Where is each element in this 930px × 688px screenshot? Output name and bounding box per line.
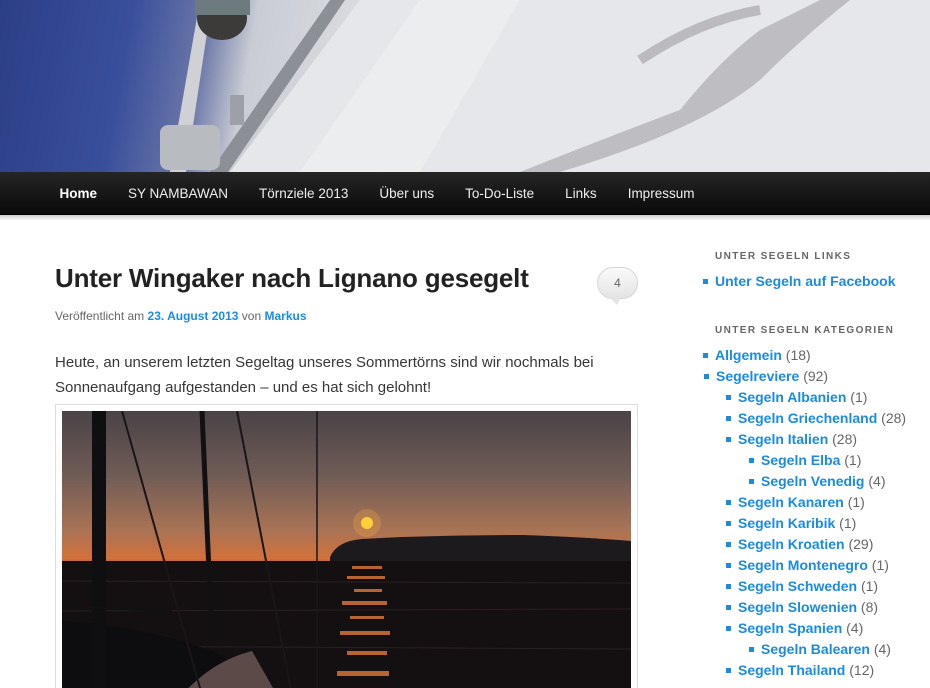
category-link[interactable]: Allgemein — [715, 347, 782, 363]
category-count: (28) — [881, 410, 907, 426]
category-count: (1) — [847, 494, 865, 510]
header-banner-image — [0, 0, 930, 172]
bullet-icon — [726, 395, 731, 400]
nav-item-ueber-uns[interactable]: Über uns — [364, 172, 450, 215]
category-count: (4) — [846, 620, 864, 636]
category-count: (1) — [839, 515, 857, 531]
bullet-icon — [726, 563, 731, 568]
nav-item-home[interactable]: Home — [44, 172, 113, 215]
category-count: (8) — [860, 599, 879, 615]
category-link[interactable]: Segeln Spanien — [738, 620, 842, 636]
nav-item-links[interactable]: Links — [550, 172, 613, 215]
bullet-icon — [726, 521, 731, 526]
category-link[interactable]: Segeln Schweden — [738, 578, 857, 594]
nav-item-toernziele-2013[interactable]: Törnziele 2013 — [244, 172, 364, 215]
bullet-icon — [726, 626, 731, 631]
post-meta: Veröffentlicht am 23. August 2013 von Ma… — [55, 309, 307, 323]
category-item[interactable]: Segelreviere (92) — [704, 366, 906, 387]
category-count: (4) — [868, 473, 886, 489]
category-link[interactable]: Segeln Slowenien — [738, 599, 857, 615]
category-count: (92) — [803, 368, 829, 384]
category-item[interactable]: Segeln Karibik (1) — [726, 513, 906, 534]
category-link[interactable]: Segeln Italien — [738, 431, 828, 447]
category-item[interactable]: Segeln Griechenland (28) — [726, 408, 907, 429]
bullet-icon — [726, 584, 731, 589]
category-count: (12) — [849, 662, 875, 678]
category-link[interactable]: Segeln Montenegro — [738, 557, 868, 573]
category-count: (1) — [871, 557, 889, 573]
bullet-icon — [749, 647, 754, 652]
bullet-icon — [726, 416, 731, 421]
bullet-icon — [703, 279, 708, 284]
nav-item-to-do-liste[interactable]: To-Do-Liste — [450, 172, 550, 215]
bullet-icon — [749, 479, 754, 484]
category-item[interactable]: Allgemein (18) — [703, 345, 906, 366]
category-link[interactable]: Segeln Elba — [761, 452, 840, 468]
post-author-link[interactable]: Markus — [265, 309, 307, 323]
links-list: Unter Segeln auf Facebook — [703, 271, 895, 292]
comments-count-bubble[interactable]: 4 — [597, 267, 638, 305]
bullet-icon — [726, 542, 731, 547]
sunset-sailing-photo[interactable] — [62, 411, 631, 688]
list-item[interactable]: Unter Segeln auf Facebook — [703, 271, 895, 292]
category-link[interactable]: Segeln Karibik — [738, 515, 835, 531]
category-link[interactable]: Segeln Kroatien — [738, 536, 845, 552]
meta-by: von — [241, 309, 262, 323]
category-count: (28) — [832, 431, 858, 447]
post-text: Heute, an unserem letzten Segeltag unser… — [55, 354, 594, 396]
bullet-icon — [726, 668, 731, 673]
category-link[interactable]: Segeln Griechenland — [738, 410, 877, 426]
post-title[interactable]: Unter Wingaker nach Lignano gesegelt — [55, 263, 529, 294]
category-link[interactable]: Segeln Venedig — [761, 473, 864, 489]
post-date-link[interactable]: 23. August 2013 — [148, 309, 239, 323]
category-link[interactable]: Segeln Balearen — [761, 641, 870, 657]
category-link[interactable]: Segelreviere — [716, 368, 799, 384]
nav-item-sy-nambawan[interactable]: SY NAMBAWAN — [113, 172, 244, 215]
category-item[interactable]: Segeln Montenegro (1) — [726, 555, 906, 576]
category-item[interactable]: Segeln Venedig (4) — [749, 471, 906, 492]
category-item[interactable]: Segeln Balearen (4) — [749, 639, 906, 660]
category-item[interactable]: Segeln Italien (28) — [726, 429, 906, 450]
bullet-icon — [726, 437, 731, 442]
main-navigation: Home SY NAMBAWAN Törnziele 2013 Über uns… — [0, 172, 930, 215]
bullet-icon — [726, 605, 731, 610]
category-item[interactable]: Segeln Kanaren (1) — [726, 492, 906, 513]
bullet-icon — [726, 500, 731, 505]
post-photo-frame — [55, 404, 638, 688]
category-link[interactable]: Segeln Kanaren — [738, 494, 844, 510]
meta-prefix: Veröffentlicht am — [55, 309, 145, 323]
category-link[interactable]: Segeln Albanien — [738, 389, 846, 405]
nav-item-impressum[interactable]: Impressum — [612, 172, 710, 215]
nav-shadow — [0, 215, 930, 221]
category-link[interactable]: Segeln Thailand — [738, 662, 845, 678]
category-item[interactable]: Segeln Schweden (1) — [726, 576, 906, 597]
category-count: (18) — [785, 347, 811, 363]
category-item[interactable]: Segeln Elba (1) — [749, 450, 906, 471]
bullet-icon — [703, 353, 708, 358]
category-item[interactable]: Segeln Slowenien (8) — [726, 597, 906, 618]
category-item[interactable]: Segeln Spanien (4) — [726, 618, 906, 639]
category-count: (1) — [860, 578, 879, 594]
widget-title-links: UNTER SEGELN LINKS — [715, 251, 852, 262]
bullet-icon — [749, 458, 754, 463]
category-count: (29) — [848, 536, 874, 552]
bullet-icon — [704, 374, 709, 379]
category-count: (4) — [873, 641, 891, 657]
category-item[interactable]: Segeln Kroatien (29) — [726, 534, 906, 555]
facebook-link[interactable]: Unter Segeln auf Facebook — [715, 273, 895, 289]
category-count: (1) — [850, 389, 868, 405]
widget-title-categories: UNTER SEGELN KATEGORIEN — [715, 325, 895, 336]
categories-list: Allgemein (18) Segelreviere (92) Segeln Al… — [703, 345, 907, 681]
category-count: (1) — [844, 452, 862, 468]
category-item[interactable]: Segeln Albanien (1) — [726, 387, 906, 408]
category-item[interactable]: Segeln Thailand (12) — [726, 660, 906, 681]
